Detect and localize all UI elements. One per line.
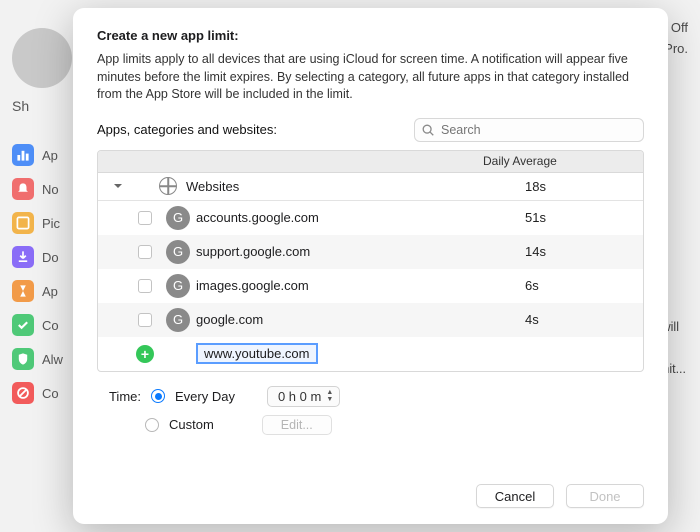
bg-sidebar-label: Pic xyxy=(42,216,60,231)
row-checkbox[interactable] xyxy=(130,313,160,327)
disclosure-icon[interactable] xyxy=(106,181,130,191)
table-row[interactable]: G accounts.google.com 51s xyxy=(98,201,643,235)
modal-description: App limits apply to all devices that are… xyxy=(97,51,644,104)
custom-label: Custom xyxy=(169,417,214,432)
stepper-value: 0 h 0 m xyxy=(278,389,321,404)
app-limit-modal: Create a new app limit: App limits apply… xyxy=(73,8,668,524)
category-avg: 18s xyxy=(525,179,635,194)
bg-sidebar-item: Alw xyxy=(12,348,72,370)
edit-button[interactable]: Edit... xyxy=(262,415,332,435)
bar-chart-icon xyxy=(12,144,34,166)
radio-every-day[interactable] xyxy=(151,389,165,403)
globe-icon xyxy=(150,177,186,195)
table-header: Daily Average xyxy=(98,151,643,173)
bg-sidebar-item: Co xyxy=(12,382,72,404)
table-row[interactable]: G support.google.com 14s xyxy=(98,235,643,269)
download-icon xyxy=(12,246,34,268)
bell-icon xyxy=(12,178,34,200)
search-field[interactable] xyxy=(414,118,644,142)
site-favicon-icon: G xyxy=(160,240,196,264)
category-name: Websites xyxy=(186,179,525,194)
time-row: Time: Every Day 0 h 0 m ▲▼ xyxy=(97,386,644,407)
apps-list-label: Apps, categories and websites: xyxy=(97,122,384,137)
row-checkbox[interactable] xyxy=(130,245,160,259)
avatar xyxy=(12,28,72,88)
category-row-websites[interactable]: Websites 18s xyxy=(98,173,643,201)
bg-sidebar-label: Do xyxy=(42,250,59,265)
stepper-arrows-icon[interactable]: ▲▼ xyxy=(326,388,336,405)
cancel-button[interactable]: Cancel xyxy=(476,484,554,508)
bg-sidebar-label: Alw xyxy=(42,352,63,367)
search-icon xyxy=(421,123,435,137)
site-favicon-icon: G xyxy=(160,206,196,230)
site-avg: 6s xyxy=(525,278,635,293)
apps-table: Daily Average Websites 18s G accounts.go… xyxy=(97,150,644,372)
site-name: accounts.google.com xyxy=(196,210,525,225)
bg-sidebar-item: No xyxy=(12,178,72,200)
done-button[interactable]: Done xyxy=(566,484,644,508)
photo-icon xyxy=(12,212,34,234)
search-input[interactable] xyxy=(414,118,644,142)
bg-sidebar-label: Ap xyxy=(42,284,58,299)
table-row[interactable]: G images.google.com 6s xyxy=(98,269,643,303)
site-avg: 14s xyxy=(525,244,635,259)
row-checkbox[interactable] xyxy=(130,279,160,293)
site-name: google.com xyxy=(196,312,525,327)
check-icon xyxy=(12,314,34,336)
block-icon xyxy=(12,382,34,404)
bg-sidebar-item: Co xyxy=(12,314,72,336)
bg-username-fragment: Sh xyxy=(12,98,72,114)
column-daily-average: Daily Average xyxy=(483,154,613,168)
bg-sidebar-label: Co xyxy=(42,318,59,333)
every-day-label: Every Day xyxy=(175,389,235,404)
bg-sidebar: Sh Ap No Pic Do Ap Co Alw Co xyxy=(12,28,72,404)
modal-footer: Cancel Done xyxy=(97,470,644,508)
table-row[interactable]: G google.com 4s xyxy=(98,303,643,337)
bg-sidebar-item: Pic xyxy=(12,212,72,234)
site-favicon-icon: G xyxy=(160,274,196,298)
radio-custom[interactable] xyxy=(145,418,159,432)
custom-row: Custom Edit... xyxy=(97,415,644,435)
bg-sidebar-label: Co xyxy=(42,386,59,401)
site-name: support.google.com xyxy=(196,244,525,259)
site-avg: 51s xyxy=(525,210,635,225)
site-avg: 4s xyxy=(525,312,635,327)
bg-sidebar-item: Ap xyxy=(12,144,72,166)
time-label: Time: xyxy=(101,389,141,404)
add-icon[interactable]: + xyxy=(130,345,160,363)
bg-sidebar-item: Do xyxy=(12,246,72,268)
new-website-input[interactable]: www.youtube.com xyxy=(196,343,318,364)
row-checkbox[interactable] xyxy=(130,211,160,225)
modal-title: Create a new app limit: xyxy=(97,28,644,43)
add-website-row[interactable]: + www.youtube.com xyxy=(98,337,643,371)
site-favicon-icon: G xyxy=(160,308,196,332)
bg-sidebar-label: Ap xyxy=(42,148,58,163)
time-stepper[interactable]: 0 h 0 m ▲▼ xyxy=(267,386,340,407)
hourglass-icon xyxy=(12,280,34,302)
bg-sidebar-label: No xyxy=(42,182,59,197)
site-name: images.google.com xyxy=(196,278,525,293)
shield-icon xyxy=(12,348,34,370)
bg-sidebar-item: Ap xyxy=(12,280,72,302)
